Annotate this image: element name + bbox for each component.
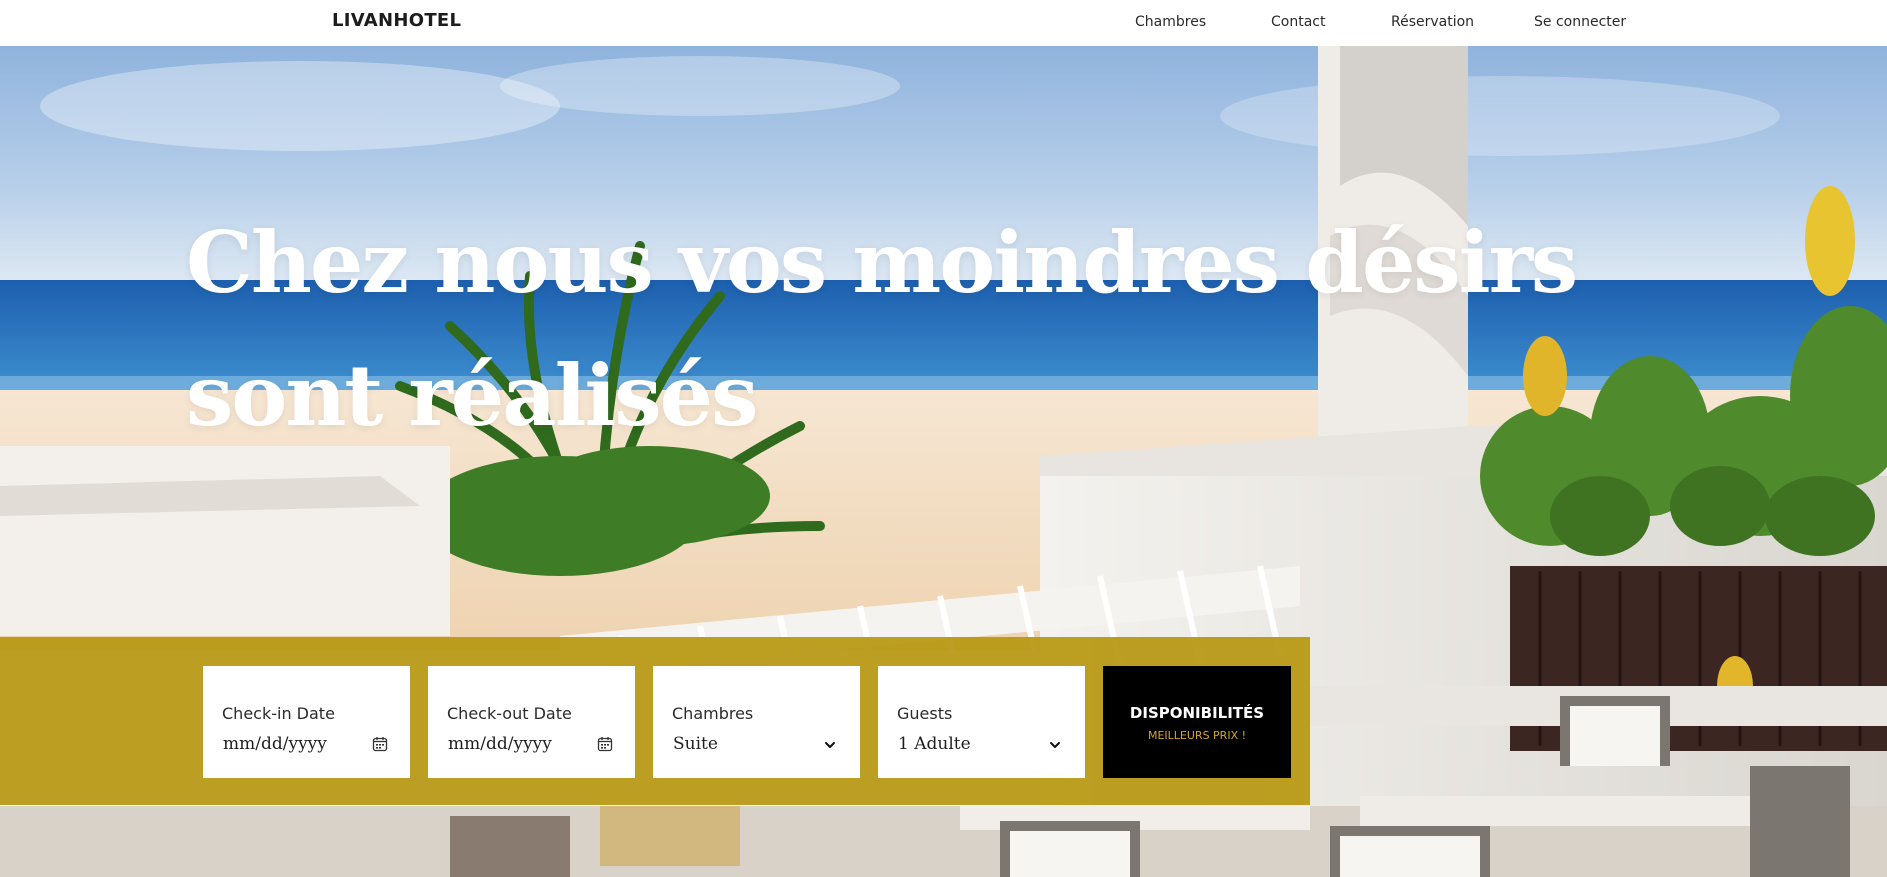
chevron-down-icon[interactable]	[823, 738, 837, 752]
hero-headline-line-1: Chez nous vos moindres désirs	[186, 213, 1578, 312]
guests-selected-value[interactable]: 1 Adulte	[898, 734, 971, 754]
nav-link-reservation[interactable]: Réservation	[1391, 14, 1474, 30]
calendar-icon[interactable]	[372, 736, 388, 752]
availability-title: DISPONIBILITÉS	[1129, 704, 1265, 722]
checkout-field[interactable]: Check-out Date	[428, 666, 635, 778]
checkin-field[interactable]: Check-in Date	[203, 666, 410, 778]
rooms-select[interactable]: Chambres Suite	[653, 666, 860, 778]
calendar-icon[interactable]	[597, 736, 613, 752]
booking-bar: Check-in Date Check-out Date	[0, 637, 1310, 805]
rooms-selected-value[interactable]: Suite	[673, 734, 718, 754]
guests-select[interactable]: Guests 1 Adulte	[878, 666, 1085, 778]
hero-headline: Chez nous vos moindres désirs sont réali…	[186, 196, 1586, 462]
brand-logo[interactable]: LIVANHOTEL	[332, 10, 461, 31]
checkout-label: Check-out Date	[447, 704, 572, 723]
chevron-down-icon[interactable]	[1048, 738, 1062, 752]
check-availability-button[interactable]: DISPONIBILITÉS MEILLEURS PRIX !	[1103, 666, 1291, 778]
checkout-date-input[interactable]	[448, 730, 598, 758]
hero-headline-line-2: sont réalisés	[186, 346, 758, 445]
guests-label: Guests	[897, 704, 953, 723]
nav-link-chambres[interactable]: Chambres	[1135, 14, 1206, 30]
best-price-subtitle: MEILLEURS PRIX !	[1147, 729, 1247, 742]
checkin-date-input[interactable]	[223, 730, 373, 758]
rooms-label: Chambres	[672, 704, 754, 723]
checkin-label: Check-in Date	[222, 704, 335, 723]
nav-link-login[interactable]: Se connecter	[1534, 14, 1626, 30]
top-navbar: LIVANHOTEL Chambres Contact Réservation …	[0, 0, 1887, 46]
nav-link-contact[interactable]: Contact	[1271, 14, 1325, 30]
